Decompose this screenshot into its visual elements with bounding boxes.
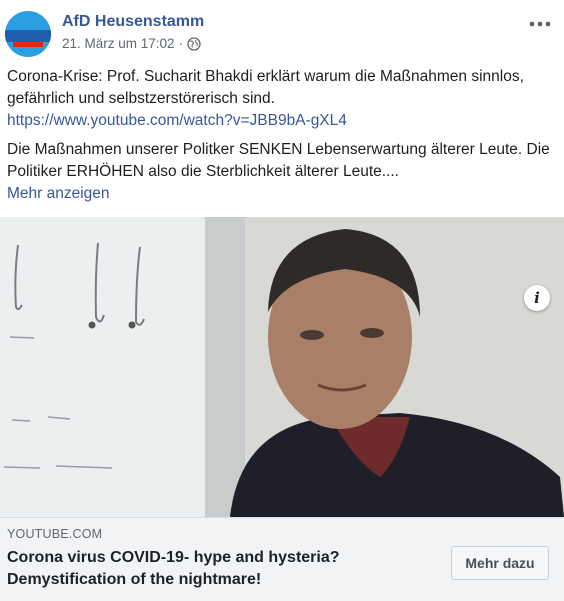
page-name-link[interactable]: AfD Heusenstamm: [62, 13, 204, 31]
link-domain: YOUTUBE.COM: [7, 527, 103, 541]
more-options-icon[interactable]: [528, 16, 552, 27]
page-avatar[interactable]: [5, 11, 51, 57]
post-line-1: Corona-Krise: Prof. Sucharit Bhakdi erkl…: [7, 68, 524, 107]
post-meta: 21. März um 17:02 ·: [62, 36, 201, 51]
post-header: AfD Heusenstamm 21. März um 17:02 ·: [0, 0, 564, 60]
thumbnail-image: [0, 217, 564, 517]
post-line-2: Die Maßnahmen unserer Politker SENKEN Le…: [7, 141, 550, 180]
post-text: Corona-Krise: Prof. Sucharit Bhakdi erkl…: [7, 66, 557, 212]
post-timestamp[interactable]: 21. März um 17:02: [62, 36, 175, 51]
video-thumbnail[interactable]: [0, 217, 564, 517]
post-paragraph-2: Die Maßnahmen unserer Politker SENKEN Le…: [7, 139, 557, 205]
see-more-link[interactable]: Mehr anzeigen: [7, 185, 110, 202]
post-paragraph-1: Corona-Krise: Prof. Sucharit Bhakdi erkl…: [7, 66, 557, 132]
info-icon[interactable]: i: [524, 285, 550, 311]
facebook-post: AfD Heusenstamm 21. März um 17:02 · Coro…: [0, 0, 564, 601]
youtube-link[interactable]: https://www.youtube.com/watch?v=JBB9bA-g…: [7, 112, 347, 129]
globe-icon: [187, 36, 201, 51]
link-title[interactable]: Corona virus COVID-19- hype and hysteria…: [7, 547, 427, 591]
meta-separator: ·: [178, 36, 184, 51]
more-info-button[interactable]: Mehr dazu: [451, 546, 549, 580]
link-preview-card[interactable]: YOUTUBE.COM Corona virus COVID-19- hype …: [0, 517, 564, 601]
